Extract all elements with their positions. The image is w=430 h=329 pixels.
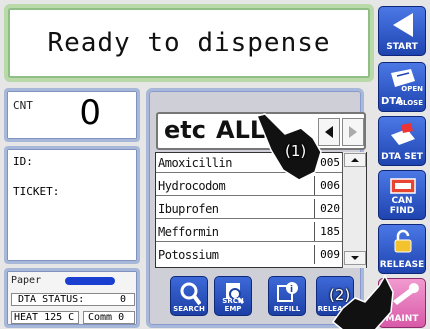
dta-status-label: DTA STATUS:	[18, 294, 85, 305]
dta-status-row: DTA STATUS: 0	[11, 293, 135, 306]
callout-1: (1)	[285, 142, 307, 160]
search-button[interactable]: SEARCH	[170, 276, 208, 316]
paper-label: Paper	[11, 275, 42, 286]
drug-row[interactable]: Mefformin 185	[156, 222, 342, 242]
ticket-label: TICKET:	[13, 185, 60, 198]
counter-label: CNT	[13, 99, 33, 112]
id-panel: ID: TICKET:	[4, 146, 140, 264]
dta-status-value: 0	[119, 294, 126, 305]
chevron-down-icon	[351, 256, 359, 260]
heat-row: HEAT 125 C	[11, 311, 79, 324]
svg-text:i: i	[290, 285, 293, 295]
scroll-up-button[interactable]	[344, 153, 366, 167]
drug-name: Hydrocodom	[158, 179, 226, 193]
chevron-up-icon	[351, 158, 359, 162]
search-empty-label: SRCH EMP	[222, 297, 244, 313]
comm-label: Comm 0	[88, 312, 125, 323]
device-status-panel: Paper DTA STATUS: 0 HEAT 125 C Comm 0	[4, 268, 140, 328]
drug-name: Amoxicillin	[158, 156, 232, 170]
dta-open-label: OPEN	[401, 85, 423, 93]
dta-open-close-button[interactable]: OPEN DTA CLOSE	[378, 62, 426, 112]
paper-level-bar	[65, 277, 115, 285]
search-icon	[180, 282, 201, 306]
drug-list-scrollbar[interactable]	[342, 152, 366, 268]
triangle-left-icon	[393, 13, 413, 37]
callout-2: (2)	[329, 286, 351, 304]
can-find-label: CAN FIND	[389, 196, 415, 216]
comm-row: Comm 0	[83, 311, 135, 324]
id-label: ID:	[13, 155, 33, 168]
drug-name: Mefformin	[158, 225, 219, 239]
lock-icon	[394, 229, 412, 253]
drug-code: 020	[314, 199, 342, 218]
dta-close-label: CLOSE	[397, 99, 423, 107]
counter-value: 0	[79, 93, 101, 133]
refill-info-icon: i	[277, 282, 298, 302]
dta-set-icon	[391, 123, 415, 145]
drug-row[interactable]: Ibuprofen 020	[156, 199, 342, 219]
drug-code: 185	[314, 222, 342, 241]
dta-set-button[interactable]: DTA SET	[378, 116, 426, 166]
heat-label: HEAT 125 C	[14, 312, 75, 323]
start-button[interactable]: START	[378, 6, 426, 56]
can-find-button[interactable]: CAN FIND	[378, 170, 426, 220]
search-button-label: SEARCH	[173, 305, 205, 313]
status-message-text: Ready to dispense	[47, 28, 331, 58]
drug-name: Ibuprofen	[158, 202, 219, 216]
refill-button[interactable]: i REFILL	[268, 276, 306, 316]
tab-next-button[interactable]	[342, 118, 364, 146]
drug-row[interactable]: Potossium 009	[156, 245, 342, 265]
drug-name: Potossium	[158, 248, 219, 262]
dta-set-label: DTA SET	[381, 152, 423, 162]
refill-button-label: REFILL	[273, 305, 301, 313]
tab-etc[interactable]: etc	[164, 116, 206, 144]
counter-panel: CNT 0	[4, 88, 140, 142]
start-label: START	[386, 42, 418, 52]
chevron-right-icon	[349, 126, 357, 138]
status-message: Ready to dispense	[4, 4, 374, 82]
search-empty-button[interactable]: SRCH EMP	[214, 276, 252, 316]
